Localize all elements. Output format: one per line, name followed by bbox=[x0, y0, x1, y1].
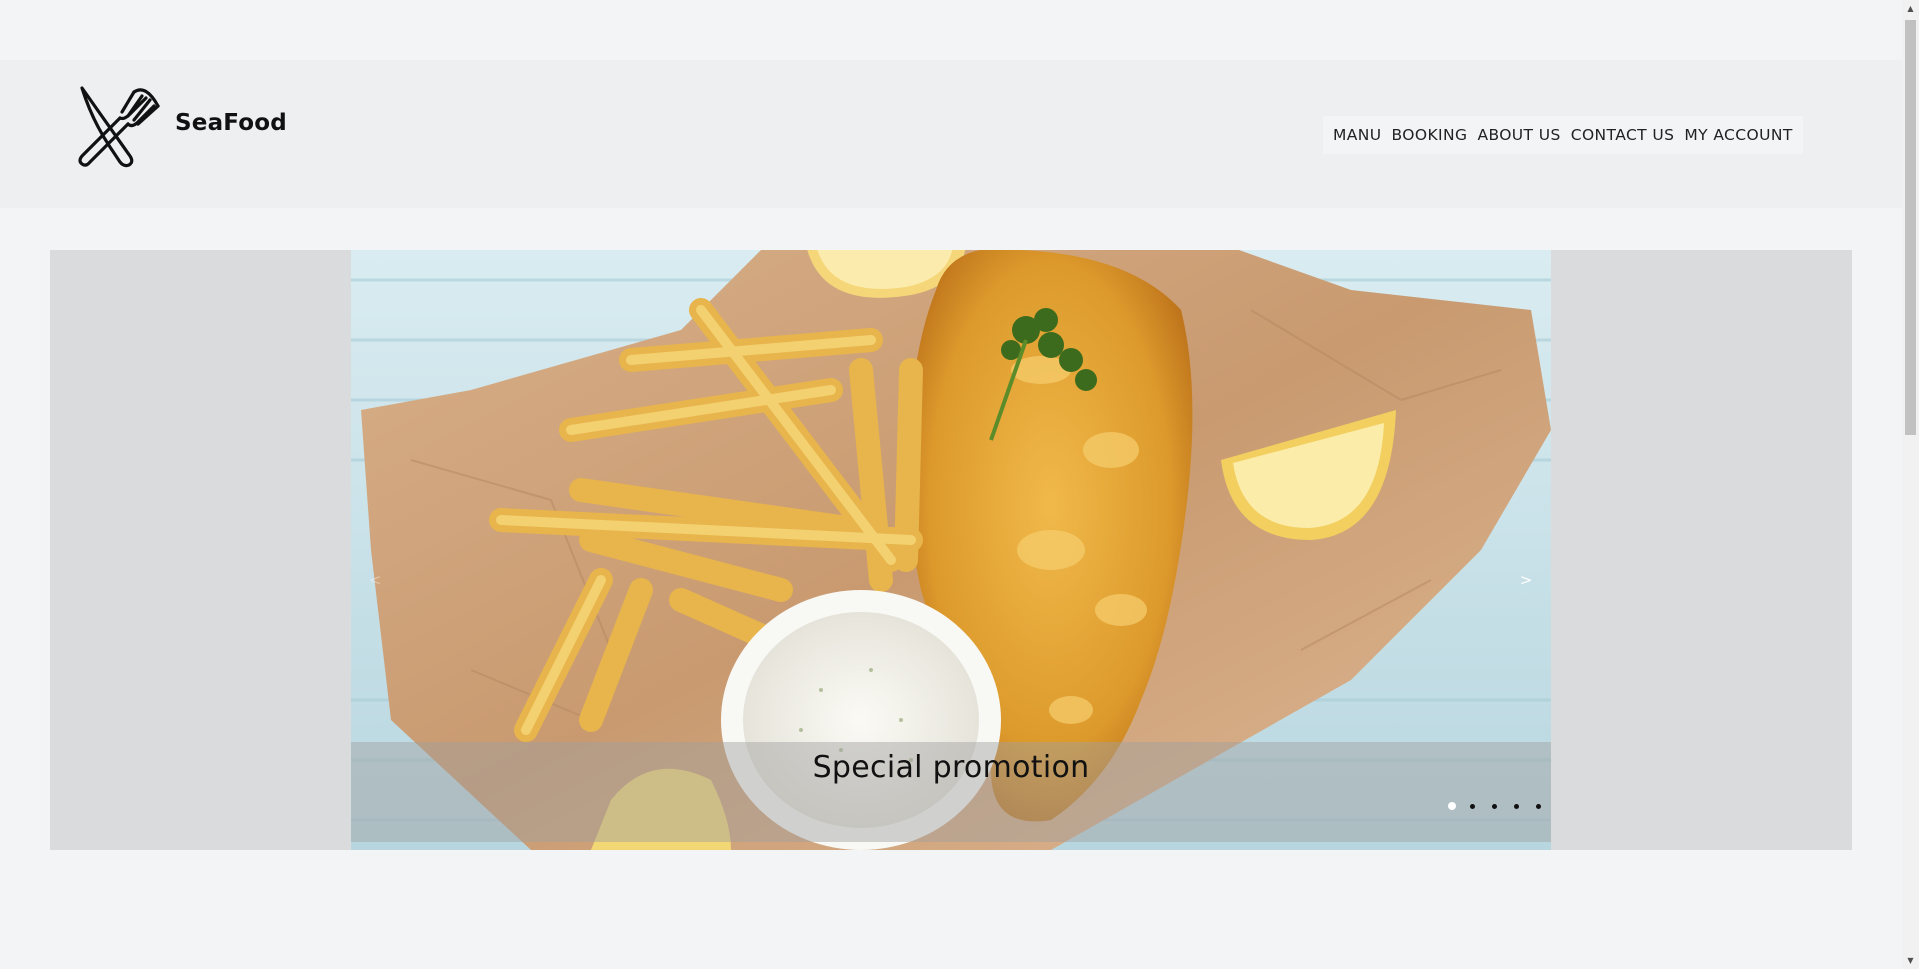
carousel-dot-5[interactable] bbox=[1536, 803, 1541, 809]
scroll-up-arrow-icon[interactable]: ▲ bbox=[1902, 0, 1919, 17]
carousel-slide: Special promotion < > bbox=[351, 250, 1551, 850]
nav-item-booking[interactable]: BOOKING bbox=[1392, 126, 1468, 144]
knife-fork-icon[interactable] bbox=[72, 82, 182, 168]
carousel-dot-3[interactable] bbox=[1492, 803, 1497, 809]
carousel-prev-button[interactable]: < bbox=[363, 568, 387, 592]
carousel-dot-4[interactable] bbox=[1514, 803, 1519, 809]
brand-name[interactable]: SeaFood bbox=[175, 110, 287, 136]
main-nav: MANU BOOKING ABOUT US CONTACT US MY ACCO… bbox=[1323, 116, 1803, 154]
promo-carousel: Special promotion < > bbox=[50, 250, 1852, 850]
nav-item-manu[interactable]: MANU bbox=[1333, 126, 1382, 144]
page: SeaFood MANU BOOKING ABOUT US CONTACT US… bbox=[0, 0, 1902, 969]
caption-bar: Special promotion bbox=[351, 742, 1551, 842]
carousel-indicators bbox=[1448, 802, 1541, 810]
slide-caption: Special promotion bbox=[812, 750, 1090, 785]
nav-item-my-account[interactable]: MY ACCOUNT bbox=[1684, 126, 1792, 144]
vertical-scrollbar[interactable]: ▲ ▼ bbox=[1902, 0, 1919, 969]
site-header: SeaFood MANU BOOKING ABOUT US CONTACT US… bbox=[0, 60, 1902, 208]
carousel-dot-2[interactable] bbox=[1470, 803, 1475, 809]
carousel-dot-1[interactable] bbox=[1448, 802, 1456, 810]
carousel-next-button[interactable]: > bbox=[1514, 568, 1538, 592]
nav-item-about-us[interactable]: ABOUT US bbox=[1477, 126, 1560, 144]
scroll-down-arrow-icon[interactable]: ▼ bbox=[1902, 952, 1919, 969]
scrollbar-thumb[interactable] bbox=[1905, 20, 1916, 435]
nav-item-contact-us[interactable]: CONTACT US bbox=[1571, 126, 1675, 144]
